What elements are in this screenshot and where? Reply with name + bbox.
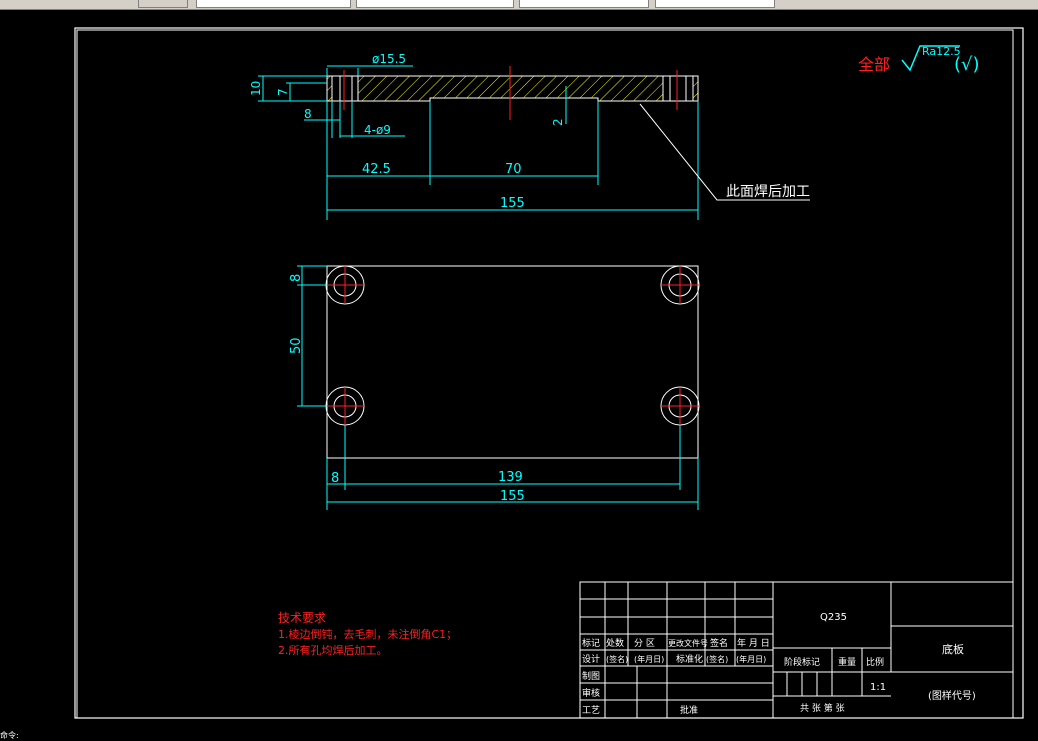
tb-l1: 审核 [582,687,600,699]
tech-req-2: 2.所有孔均焊后加工。 [278,643,388,657]
plate-outline [326,265,699,459]
side-view: ø15.5 10 7 8 4-ø9 2 42.5 70 155 此面焊后加工 [249,52,810,220]
tech-req-1: 1.棱边倒钝，去毛刺，未注倒角C1； [278,627,457,641]
tb-weight: 重量 [838,656,856,668]
tb-d4: (签名) [706,654,728,664]
layer-icons[interactable] [138,0,188,8]
tb-h5: 年 月 日 [737,637,770,649]
dim-height-total: 10 [249,81,263,96]
tb-l2: 工艺 [582,705,600,716]
dim-slot: 70 [505,162,522,177]
lineweight-dropdown[interactable] [655,0,775,8]
color-dropdown[interactable] [356,0,514,8]
drawing-frame-inner [76,29,1014,719]
tb-h4: 签名 [710,637,728,649]
roughness-suffix: (√) [954,54,980,75]
tb-drawing-no: (图样代号) [928,689,976,702]
dim-length-top: 155 [500,489,525,504]
tb-h3: 更改文件号 [668,638,708,648]
hole-bl [325,386,365,426]
toolbar [0,0,1038,10]
tb-h0: 标记 [582,637,600,649]
dim-holes: 4-ø9 [364,123,391,137]
tb-material: Q235 [820,612,847,623]
tb-l0: 制图 [582,670,600,682]
dim-pos: 42.5 [362,162,391,177]
tb-d3: 标准化 [676,653,703,665]
top-view: 8 50 8 139 155 [289,265,700,510]
side-section [326,75,699,102]
dim-spacing-x: 139 [498,470,523,485]
dim-step: 2 [551,118,565,126]
tb-d0: 设计 [582,653,600,665]
hole-tl [325,265,365,305]
dim-length: 155 [500,196,525,211]
tb-scale: 1:1 [870,682,886,693]
dim-offset-x: 8 [331,471,339,486]
command-line: 命令: [0,731,19,740]
tb-approve: 批准 [680,704,698,716]
tb-d1: (签名) [606,654,628,664]
dim-height-plate: 7 [276,88,290,96]
weld-note: 此面焊后加工 [726,184,810,200]
tb-h2: 分 区 [634,638,655,649]
tb-h1: 处数 [606,637,624,649]
side-hole-left [331,75,359,102]
hole-br [660,386,700,426]
dim-spacing-y: 50 [289,337,304,354]
dim-hole-dia: ø15.5 [372,52,406,66]
dim-offset-y: 8 [289,274,304,282]
linetype-dropdown[interactable] [519,0,649,8]
tech-req-title: 技术要求 [278,611,326,625]
hole-tr [660,265,700,305]
dim-offset: 8 [304,107,312,121]
tb-ratio: 比例 [866,656,884,668]
drawing-frame-outer [74,27,1024,719]
tb-d2: (年月日) [634,654,664,664]
drawing-canvas[interactable]: 全部 Ra12.5 (√) ø15.5 10 7 8 4-ø9 2 42.5 7… [0,10,1038,738]
tb-d5: (年月日) [736,654,766,664]
side-hole-right [662,75,694,102]
layer-dropdown[interactable] [196,0,351,8]
tb-stage: 阶段标记 [784,656,820,668]
tb-sheets: 共 张 第 张 [800,702,845,714]
roughness-prefix: 全部 [858,55,890,74]
tb-part-name: 底板 [942,642,964,656]
